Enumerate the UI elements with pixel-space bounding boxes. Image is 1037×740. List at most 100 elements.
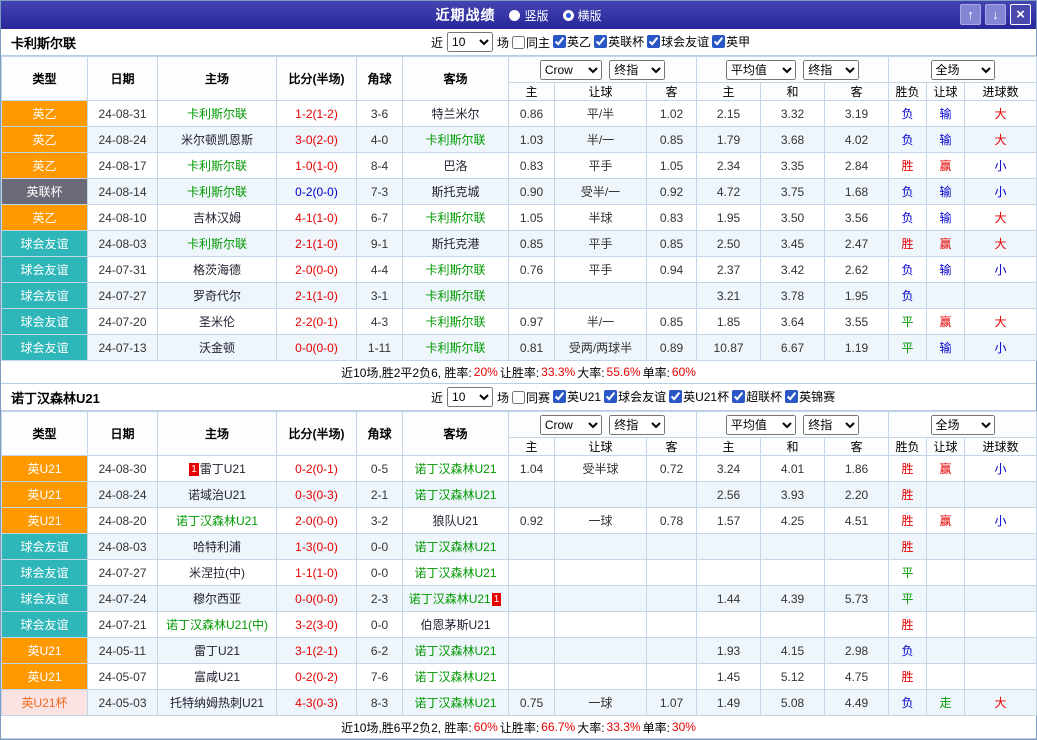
away-team-cell: 狼队U21 [402,507,509,534]
match-date: 24-08-20 [87,507,158,534]
same-venue-label: 同主 [526,35,551,50]
league-checkbox[interactable] [732,390,746,403]
match-date: 24-05-11 [87,637,158,664]
league-checkbox[interactable] [594,35,608,48]
odds-home-cell: 0.83 [508,152,555,179]
corner-cell: 0-0 [356,533,403,560]
same-competition-filter[interactable]: 同赛 [512,389,550,406]
col-corner: 角球 [356,411,403,456]
scope-select[interactable]: 全场 [930,59,995,80]
team-name-text: 米尔顿凯恩斯 [180,133,253,147]
col-odds-home: 主 [508,82,555,101]
league-filter-英甲[interactable]: 英甲 [712,33,750,50]
score-cell: 2-2(0-1) [276,308,357,335]
league-label: 超联杯 [746,390,783,404]
odds-stage-select[interactable]: 终指 [609,59,666,80]
league-filter-球会友谊[interactable]: 球会友谊 [604,388,666,405]
avg-away-cell: 1.86 [824,455,890,482]
league-filter-球会友谊[interactable]: 球会友谊 [647,33,709,50]
recent-count-select[interactable]: 10 [447,387,494,407]
home-team-cell: 诺丁汉森林U21(中) [157,611,277,638]
team-name-text: 诺丁汉森林U21 [408,592,491,606]
near-label: 近 [431,35,444,50]
score-cell: 0-2(0-1) [276,455,357,482]
odds-away-cell: 0.85 [645,126,698,153]
home-team-cell: 诺域治U21 [157,481,277,508]
league-checkbox[interactable] [669,390,683,403]
odds-stage-select[interactable]: 终指 [609,414,666,435]
average-stage-select[interactable]: 终指 [803,59,860,80]
average-group-header: 平均值 终指 [696,56,890,83]
league-checkbox[interactable] [647,35,661,48]
team-name-text: 巴洛 [443,159,468,173]
league-checkbox[interactable] [712,35,726,48]
layout-vertical-option[interactable]: 竖版 [509,7,549,24]
league-filter-超联杯[interactable]: 超联杯 [732,388,782,405]
panel-title: 近期战绩 [435,7,496,23]
league-type-badge: 英乙 [1,100,88,127]
red-card-badge: 1 [491,593,502,606]
wdl-result-cell: 胜 [888,230,928,257]
match-row: 英乙 24-08-17 卡利斯尔联 1-0(1-0) 8-4 巴洛 0.83 平手 1.05 2.… [1,152,1037,179]
league-filter-英锦赛[interactable]: 英锦赛 [785,388,835,405]
match-row: 英U21 24-08-20 诺丁汉森林U21 2-0(0-0) 3-2 狼队U21 0.92… [1,507,1037,534]
avg-draw-cell: 4.01 [760,455,826,482]
layout-horizontal-option[interactable]: 横版 [562,7,602,24]
col-away: 客场 [402,411,509,456]
col-wdl: 胜负 [888,82,928,101]
match-date: 24-07-27 [87,559,158,586]
avg-draw-cell: 3.64 [760,308,826,335]
average-stage-select[interactable]: 终指 [803,414,860,435]
arrow-up-button[interactable]: ↑ [960,4,981,25]
league-label: 英乙 [567,35,592,49]
average-select[interactable]: 平均值 [725,414,796,435]
scope-group-header: 全场 [888,56,1037,83]
odds-company-select[interactable]: Crow [539,59,602,80]
league-filter-英联杯[interactable]: 英联杯 [594,33,644,50]
summary-row: 近10场,胜6平2负2, 胜率: 60% 让胜率: 66.7% 大率: 33.3% 单… [1,716,1036,739]
league-filter-英U21[interactable]: 英U21 [553,388,601,405]
corner-cell: 9-1 [356,230,403,257]
odds-company-select[interactable]: Crow [539,414,602,435]
league-checkbox[interactable] [553,35,567,48]
match-date: 24-08-10 [87,204,158,231]
league-filter-英乙[interactable]: 英乙 [553,33,591,50]
team-name-text: 罗奇代尔 [192,289,241,303]
league-checkbox[interactable] [553,390,567,403]
arrow-down-button[interactable]: ↓ [985,4,1006,25]
recent-count-select[interactable]: 10 [447,32,494,52]
close-button[interactable]: × [1010,4,1031,25]
home-team-cell: 托特纳姆热刺U21 [157,689,277,716]
same-competition-checkbox[interactable] [512,390,526,404]
average-select[interactable]: 平均值 [725,59,796,80]
goals-result-cell: 小 [964,507,1037,534]
corner-cell: 8-4 [356,152,403,179]
col-avg-home: 主 [696,82,762,101]
match-row: 球会友谊 24-08-03 哈特利浦 1-3(0-0) 0-0 诺丁汉森林U21 胜 [1,533,1037,560]
col-away: 客场 [402,56,509,101]
summary-text: 55.6% [606,365,641,379]
summary-text: 近10场,胜2平2负6, 胜率: [341,365,472,380]
league-type-badge: 球会友谊 [1,585,88,612]
same-venue-checkbox[interactable] [512,35,526,49]
league-checkbox[interactable] [785,390,799,403]
goals-result-cell: 小 [964,334,1037,361]
corner-cell: 3-2 [356,507,403,534]
avg-home-cell: 1.85 [696,308,762,335]
col-type: 类型 [1,56,88,101]
wdl-result-cell: 平 [888,585,928,612]
league-type-badge: 英U21 [1,507,88,534]
same-venue-filter[interactable]: 同主 [512,34,550,51]
league-type-badge: 英乙 [1,152,88,179]
goals-result-cell: 大 [964,100,1037,127]
odds-away-cell: 0.78 [645,507,698,534]
league-filter-英U21杯[interactable]: 英U21杯 [669,388,729,405]
scope-select[interactable]: 全场 [930,414,995,435]
league-checkbox[interactable] [604,390,618,403]
match-date: 24-05-07 [87,663,158,690]
score-cell: 0-3(0-3) [276,481,357,508]
avg-draw-cell: 3.45 [760,230,826,257]
goals-result-cell: 大 [964,689,1037,716]
goals-result-cell: 大 [964,204,1037,231]
score-cell: 0-0(0-0) [276,334,357,361]
